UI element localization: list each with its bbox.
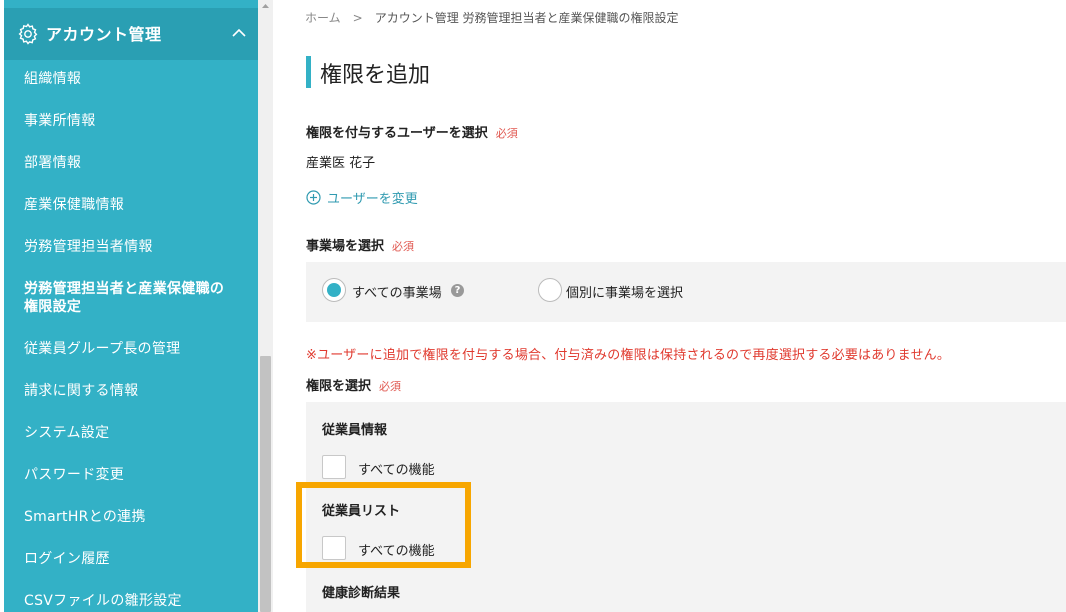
group-title-health-checkup: 健康診断結果 <box>322 586 401 601</box>
radio-individual-sites[interactable] <box>538 278 562 302</box>
highlight-box <box>296 482 471 568</box>
sidebar-header-title: アカウント管理 <box>46 25 162 44</box>
sidebar-top-edge <box>4 0 258 8</box>
breadcrumb-separator: > <box>352 10 363 25</box>
sidebar-item-labor-manager[interactable]: 労務管理担当者情報 <box>24 238 153 256</box>
change-user-label: ユーザーを変更 <box>327 192 418 207</box>
plus-circle-icon <box>306 190 321 205</box>
sidebar-left-strip <box>0 0 4 612</box>
sidebar-item-label-line2: 権限設定 <box>24 299 82 315</box>
required-badge: 必須 <box>392 240 415 253</box>
site-select-label: 事業場を選択 必須 <box>306 235 414 254</box>
site-select-label-text: 事業場を選択 <box>306 239 385 254</box>
permission-select-label-text: 権限を選択 <box>306 379 372 394</box>
sidebar-section-account-management[interactable]: アカウント管理 <box>4 8 258 60</box>
sidebar: アカウント管理 組織情報 事業所情報 部署情報 産業保健職情報 労務管理担当者情… <box>0 0 258 612</box>
change-user-link[interactable]: ユーザーを変更 <box>306 188 418 207</box>
sidebar-item-office[interactable]: 事業所情報 <box>24 112 96 130</box>
page-title: 権限を追加 <box>320 63 431 88</box>
selected-user-name: 産業医 花子 <box>306 156 376 171</box>
chevron-up-icon[interactable] <box>230 24 248 42</box>
required-badge: 必須 <box>495 127 518 140</box>
breadcrumb: ホーム > アカウント管理 労務管理担当者と産業保健職の権限設定 <box>305 9 679 26</box>
checkbox-employee-info-all[interactable] <box>322 455 346 479</box>
sidebar-item-system-settings[interactable]: システム設定 <box>24 424 109 442</box>
page-title-accent-bar <box>306 56 311 88</box>
gear-icon <box>18 23 38 45</box>
required-badge: 必須 <box>379 380 402 393</box>
sidebar-item-department[interactable]: 部署情報 <box>24 154 81 172</box>
user-select-label-text: 権限を付与するユーザーを選択 <box>306 126 488 141</box>
sidebar-item-group-leader[interactable]: 従業員グループ長の管理 <box>24 340 180 358</box>
sidebar-item-label: 労務管理担当者と産業保健職の <box>24 281 225 297</box>
scrollbar-thumb[interactable] <box>260 356 271 612</box>
breadcrumb-current: アカウント管理 労務管理担当者と産業保健職の権限設定 <box>374 11 679 25</box>
group-title-employee-info: 従業員情報 <box>322 423 388 438</box>
permission-select-label: 権限を選択 必須 <box>306 375 401 394</box>
radio-all-sites[interactable] <box>322 278 346 302</box>
sidebar-item-organization[interactable]: 組織情報 <box>24 70 81 88</box>
sidebar-item-csv-template[interactable]: CSVファイルの雛形設定 <box>24 592 182 610</box>
sidebar-item-login-history[interactable]: ログイン履歴 <box>24 550 110 568</box>
user-select-label: 権限を付与するユーザーを選択 必須 <box>306 122 518 141</box>
sidebar-item-billing[interactable]: 請求に関する情報 <box>24 382 138 400</box>
breadcrumb-home-link[interactable]: ホーム <box>305 9 341 26</box>
radio-individual-sites-label: 個別に事業場を選択 <box>566 286 684 301</box>
sidebar-item-permission-settings[interactable]: 労務管理担当者と産業保健職の 権限設定 <box>24 280 224 316</box>
help-icon[interactable]: ? <box>451 284 464 297</box>
checkbox-employee-info-all-label: すべての機能 <box>358 463 435 478</box>
sidebar-item-smarthr[interactable]: SmartHRとの連携 <box>24 508 146 526</box>
scroll-up-arrow-icon[interactable] <box>258 0 273 12</box>
notice-text: ※ユーザーに追加で権限を付与する場合、付与済みの権限は保持されるので再度選択する… <box>306 348 951 363</box>
sidebar-item-health-staff[interactable]: 産業保健職情報 <box>24 196 124 214</box>
sidebar-item-password[interactable]: パスワード変更 <box>24 466 124 484</box>
radio-all-sites-label: すべての事業場 <box>352 286 442 301</box>
